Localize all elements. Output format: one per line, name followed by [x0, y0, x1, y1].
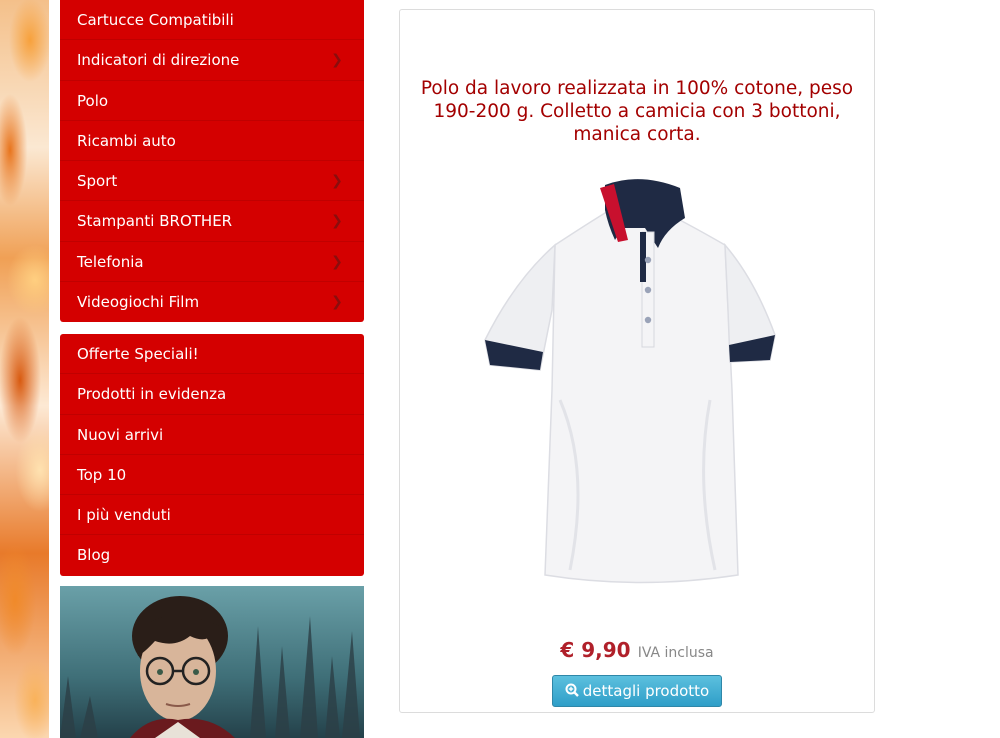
menu-item-label: Ricambi auto	[77, 131, 176, 150]
menu-item-label: Indicatori di direzione	[77, 51, 240, 70]
menu-item-label: Cartucce Compatibili	[77, 11, 234, 29]
chevron-right-icon: ❯	[331, 213, 343, 230]
zoom-in-icon	[565, 683, 579, 697]
menu-item-nuovi[interactable]: Nuovi arrivi	[60, 415, 364, 455]
menu-item-label: Nuovi arrivi	[77, 425, 164, 444]
menu-item-telefonia[interactable]: Telefonia ❯	[60, 242, 364, 283]
menu-item-label: Blog	[77, 546, 111, 565]
menu-item-label: Stampanti BROTHER	[77, 212, 233, 231]
product-card: Polo da lavoro realizzata in 100% cotone…	[399, 9, 875, 713]
menu-item-offerte[interactable]: Offerte Speciali!	[60, 334, 364, 375]
menu-item-label: Top 10	[77, 465, 127, 484]
menu-item-label: Offerte Speciali!	[77, 345, 199, 363]
menu-item-stampanti[interactable]: Stampanti BROTHER ❯	[60, 201, 364, 242]
menu-item-label: I più venduti	[77, 506, 171, 525]
product-description[interactable]: Polo da lavoro realizzata in 100% cotone…	[420, 77, 854, 146]
menu-item-sport[interactable]: Sport ❯	[60, 161, 364, 202]
product-price: € 9,90	[560, 638, 631, 662]
menu-item-label: Prodotti in evidenza	[77, 385, 227, 404]
poster-image	[60, 596, 360, 738]
menu-item-blog[interactable]: Blog	[60, 535, 364, 575]
flame-background	[0, 0, 49, 738]
menu-item-label: Sport	[77, 172, 118, 191]
menu-item-top10[interactable]: Top 10	[60, 455, 364, 496]
product-details-button[interactable]: dettagli prodotto	[552, 675, 722, 707]
chevron-right-icon: ❯	[331, 294, 343, 311]
menu-item-evidenza[interactable]: Prodotti in evidenza	[60, 374, 364, 415]
menu-item-label: Polo	[77, 91, 109, 110]
menu-item-label: Videogiochi Film	[77, 293, 200, 312]
chevron-right-icon: ❯	[331, 173, 343, 190]
shop-links-menu: Offerte Speciali! Prodotti in evidenza N…	[60, 334, 364, 576]
menu-item-polo[interactable]: Polo	[60, 81, 364, 121]
details-button-label: dettagli prodotto	[582, 682, 710, 700]
category-menu: Cartucce Compatibili Indicatori di direz…	[60, 0, 364, 322]
menu-item-ricambi[interactable]: Ricambi auto	[60, 121, 364, 162]
polo-shirt-image[interactable]	[480, 170, 790, 590]
chevron-right-icon: ❯	[331, 253, 343, 270]
menu-item-videogiochi[interactable]: Videogiochi Film ❯	[60, 282, 364, 322]
menu-item-indicatori[interactable]: Indicatori di direzione ❯	[60, 40, 364, 81]
price-row: € 9,90 IVA inclusa	[400, 638, 874, 662]
menu-item-cartucce[interactable]: Cartucce Compatibili	[60, 0, 364, 41]
menu-item-venduti[interactable]: I più venduti	[60, 495, 364, 536]
menu-item-label: Telefonia	[77, 252, 144, 271]
movie-poster-banner[interactable]	[60, 586, 364, 738]
vat-note: IVA inclusa	[637, 645, 714, 661]
chevron-right-icon: ❯	[331, 52, 343, 69]
